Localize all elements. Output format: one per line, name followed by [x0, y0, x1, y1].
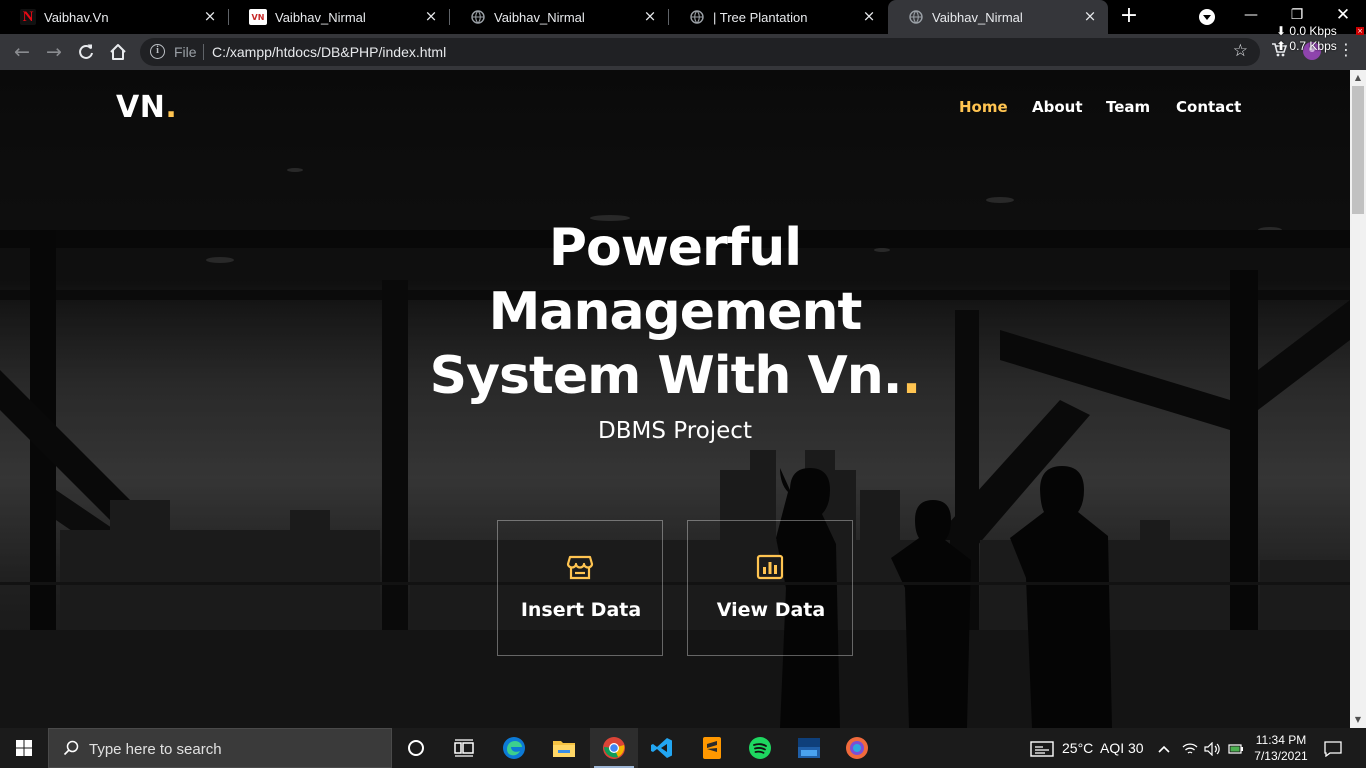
taskbar-search-box[interactable]: Type here to search [48, 728, 392, 768]
weather-temp[interactable]: 25°C [1062, 728, 1093, 768]
tab-title: | Tree Plantation [713, 9, 808, 25]
scheme-label: File [174, 44, 197, 60]
tab-title: Vaibhav_Nirmal [275, 9, 366, 25]
tab-title: Vaibhav_Nirmal [932, 9, 1023, 25]
globe-icon [908, 9, 924, 25]
netflix-n-icon: N [20, 9, 36, 25]
file-explorer-icon[interactable] [540, 728, 588, 768]
task-view-icon[interactable] [440, 728, 488, 768]
chromium-icon[interactable] [833, 728, 881, 768]
logo-dot: . [165, 90, 178, 125]
scroll-up-arrow-icon[interactable]: ▲ [1350, 70, 1366, 86]
hero-title-accent-dot: . [901, 346, 922, 406]
browser-tab-4[interactable]: | Tree Plantation × [669, 0, 887, 34]
globe-icon [689, 9, 705, 25]
minimize-icon[interactable]: — [1236, 2, 1266, 28]
net-speed-close-icon[interactable]: × [1356, 27, 1364, 35]
hero-title: Powerful Management System With Vn.. [0, 216, 1350, 408]
forward-arrow-icon[interactable]: → [43, 41, 65, 63]
site-logo[interactable]: VN. [116, 90, 177, 125]
weather-icon[interactable] [1030, 728, 1054, 768]
address-bar[interactable]: i File C:/xampp/htdocs/DB&PHP/index.html… [140, 38, 1260, 66]
clock-time: 11:34 PM [1255, 733, 1307, 747]
nav-about[interactable]: About [1032, 98, 1083, 116]
sublime-text-icon[interactable] [688, 728, 736, 768]
hero-title-line-2: Management [488, 282, 863, 342]
address-url[interactable]: C:/xampp/htdocs/DB&PHP/index.html [212, 44, 446, 60]
store-icon [566, 555, 594, 580]
home-icon[interactable] [107, 41, 129, 63]
notification-center-icon[interactable] [1324, 728, 1342, 768]
browser-toolbar: ← → i File C:/xampp/htdocs/DB&PHP/index.… [0, 34, 1366, 70]
net-speed-overlay: ⬇ 0.0 Kbps ⬆ 0.7 Kbps [1276, 24, 1337, 54]
globe-icon [470, 9, 486, 25]
chrome-icon[interactable] [590, 728, 638, 768]
hero-title-line-3: System With Vn.. [0, 344, 1350, 408]
battery-icon[interactable] [1228, 728, 1244, 768]
more-menu-icon[interactable]: ⋮ [1338, 42, 1354, 58]
windows-logo-icon [16, 740, 32, 756]
edge-icon[interactable] [490, 728, 538, 768]
reload-icon[interactable] [75, 41, 97, 63]
close-icon[interactable]: × [642, 8, 658, 24]
browser-tab-5-active[interactable]: Vaibhav_Nirmal × [888, 0, 1108, 34]
taskbar-clock[interactable]: 11:34 PM 7/13/2021 [1244, 732, 1318, 764]
spotify-icon[interactable] [736, 728, 784, 768]
vscode-icon[interactable] [638, 728, 686, 768]
browser-tab-3[interactable]: Vaibhav_Nirmal × [450, 0, 668, 34]
tab-title: Vaibhav.Vn [44, 9, 109, 25]
wifi-icon[interactable] [1182, 728, 1198, 768]
logo-text: VN [116, 90, 166, 125]
view-data-label: View Data [716, 599, 826, 621]
start-button[interactable] [0, 728, 48, 768]
windows-taskbar: Type here to search 25°C AQI 30 11:34 PM… [0, 728, 1366, 768]
hero-subtitle: DBMS Project [598, 418, 752, 444]
hero-title-line-1: Powerful [548, 218, 802, 278]
back-arrow-icon[interactable]: ← [11, 41, 33, 63]
browser-tab-strip: N Vaibhav.Vn × VN Vaibhav_Nirmal × Vaibh… [0, 0, 1366, 34]
scrollbar-thumb[interactable] [1352, 86, 1364, 214]
aqi-indicator[interactable]: AQI 30 [1100, 728, 1144, 768]
search-icon [63, 740, 79, 756]
bar-chart-icon [756, 554, 784, 580]
hero-title-line-3-text: System With Vn. [429, 346, 903, 406]
close-icon[interactable]: × [1082, 8, 1098, 24]
clock-date: 7/13/2021 [1254, 749, 1308, 763]
download-speed: ⬇ 0.0 Kbps [1276, 24, 1337, 38]
cortana-icon[interactable] [392, 728, 440, 768]
scroll-down-arrow-icon[interactable]: ▼ [1350, 712, 1366, 728]
volume-icon[interactable] [1204, 728, 1220, 768]
view-data-button[interactable]: View Data [687, 520, 853, 656]
insert-data-label: Insert Data [520, 599, 642, 621]
show-hidden-icons-chevron-icon[interactable] [1158, 728, 1170, 768]
web-page: VN. Home About Team Contact Powerful Man… [0, 70, 1350, 728]
close-icon[interactable]: × [202, 8, 218, 24]
close-icon[interactable]: × [423, 8, 439, 24]
close-icon[interactable]: × [861, 8, 877, 24]
new-tab-button[interactable]: + [1118, 5, 1140, 27]
search-placeholder: Type here to search [89, 741, 222, 758]
bookmark-star-icon[interactable]: ☆ [1233, 41, 1248, 61]
tab-title: Vaibhav_Nirmal [494, 9, 585, 25]
nav-contact[interactable]: Contact [1176, 98, 1241, 116]
dev-c-icon[interactable] [785, 728, 833, 768]
site-info-icon[interactable]: i [150, 44, 165, 59]
nav-home[interactable]: Home [959, 98, 1008, 116]
browser-tab-1[interactable]: N Vaibhav.Vn × [0, 0, 228, 34]
address-divider [203, 44, 204, 60]
insert-data-button[interactable]: Insert Data [497, 520, 663, 656]
nav-team[interactable]: Team [1106, 98, 1150, 116]
upload-speed: ⬆ 0.7 Kbps [1276, 39, 1337, 53]
browser-tab-2[interactable]: VN Vaibhav_Nirmal × [229, 0, 449, 34]
vn-red-logo-icon: VN [249, 9, 267, 25]
tab-search-icon[interactable] [1199, 9, 1215, 25]
